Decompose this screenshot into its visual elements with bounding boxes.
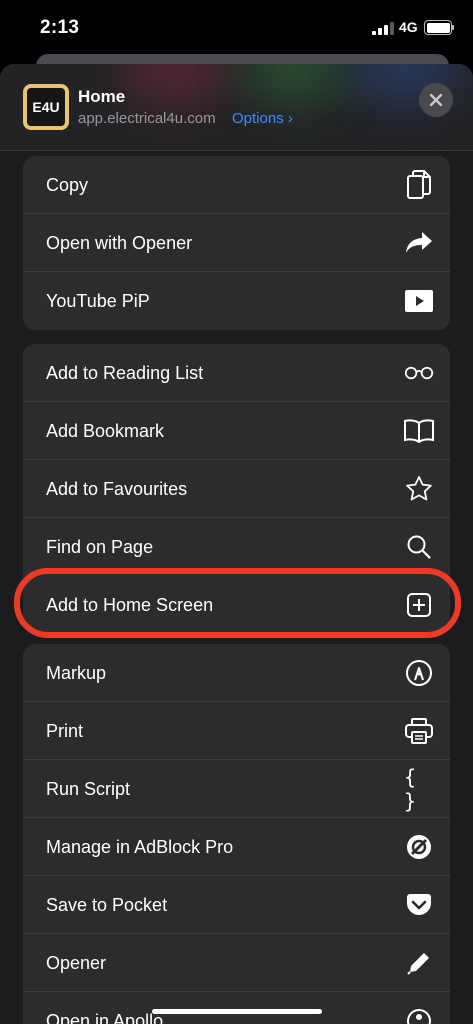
page-url: app.electrical4u.com (78, 110, 216, 127)
actions-group-1: Copy Open with Opener YouTube PiP (23, 156, 450, 330)
action-label: Find on Page (46, 536, 154, 557)
share-arrow-icon (404, 228, 434, 258)
chevron-right-icon: › (287, 110, 293, 127)
pocket-icon (404, 890, 434, 920)
close-button[interactable] (419, 83, 453, 117)
apollo-icon (404, 1006, 434, 1024)
action-open-in-apollo[interactable]: Open in Apollo (23, 992, 450, 1024)
action-youtube-pip[interactable]: YouTube PiP (23, 272, 450, 330)
action-label: Save to Pocket (46, 894, 168, 915)
pencil-icon (404, 948, 434, 978)
search-icon (404, 532, 434, 562)
options-label: Options (232, 110, 284, 127)
network-type: 4G (399, 19, 418, 35)
page-title: Home (78, 87, 126, 106)
share-sheet-header: E4U Home app.electrical4u.com Options › (0, 64, 473, 150)
action-label: Add Bookmark (46, 420, 165, 441)
action-add-to-favourites[interactable]: Add to Favourites (23, 460, 450, 518)
play-icon (404, 286, 434, 316)
markup-icon (404, 658, 434, 688)
header-divider (0, 150, 473, 151)
action-manage-in-adblock-pro[interactable]: Manage in AdBlock Pro (23, 818, 450, 876)
action-label: Run Script (46, 778, 131, 799)
action-add-to-reading-list[interactable]: Add to Reading List (23, 344, 450, 402)
action-save-to-pocket[interactable]: Save to Pocket (23, 876, 450, 934)
printer-icon (404, 716, 434, 746)
braces-icon: { } (404, 765, 417, 813)
status-time: 2:13 (40, 17, 80, 38)
copy-icon (404, 170, 434, 200)
action-label: Print (46, 720, 84, 741)
share-sheet: E4U Home app.electrical4u.com Options › … (0, 64, 473, 1024)
action-label: Add to Favourites (46, 478, 188, 499)
highlight-annotation (14, 568, 461, 638)
block-icon (404, 832, 434, 862)
app-icon-text: E4U (32, 99, 60, 115)
action-label: Manage in AdBlock Pro (46, 836, 234, 857)
app-icon: E4U (23, 84, 69, 130)
status-bar: 2:13 4G (0, 0, 473, 54)
glasses-icon (404, 358, 434, 388)
actions-group-3: Markup Print Run Script { } Manage in Ad… (23, 644, 450, 1024)
action-label: Add to Reading List (46, 362, 204, 383)
action-copy[interactable]: Copy (23, 156, 450, 214)
signal-icon (372, 22, 394, 35)
action-markup[interactable]: Markup (23, 644, 450, 702)
action-label: Opener (46, 952, 107, 973)
close-icon (429, 93, 443, 107)
star-icon (404, 474, 434, 504)
action-add-bookmark[interactable]: Add Bookmark (23, 402, 450, 460)
action-opener[interactable]: Opener (23, 934, 450, 992)
action-open-with-opener[interactable]: Open with Opener (23, 214, 450, 272)
action-label: Open with Opener (46, 232, 193, 253)
battery-icon (424, 20, 452, 35)
action-label: YouTube PiP (46, 290, 150, 311)
book-icon (404, 416, 434, 446)
action-label: Markup (46, 662, 107, 683)
action-label: Copy (46, 174, 89, 195)
action-print[interactable]: Print (23, 702, 450, 760)
options-link[interactable]: Options › (232, 110, 293, 127)
action-run-script[interactable]: Run Script { } (23, 760, 450, 818)
home-indicator[interactable] (152, 1009, 322, 1014)
action-label: Open in Apollo (46, 1010, 164, 1024)
